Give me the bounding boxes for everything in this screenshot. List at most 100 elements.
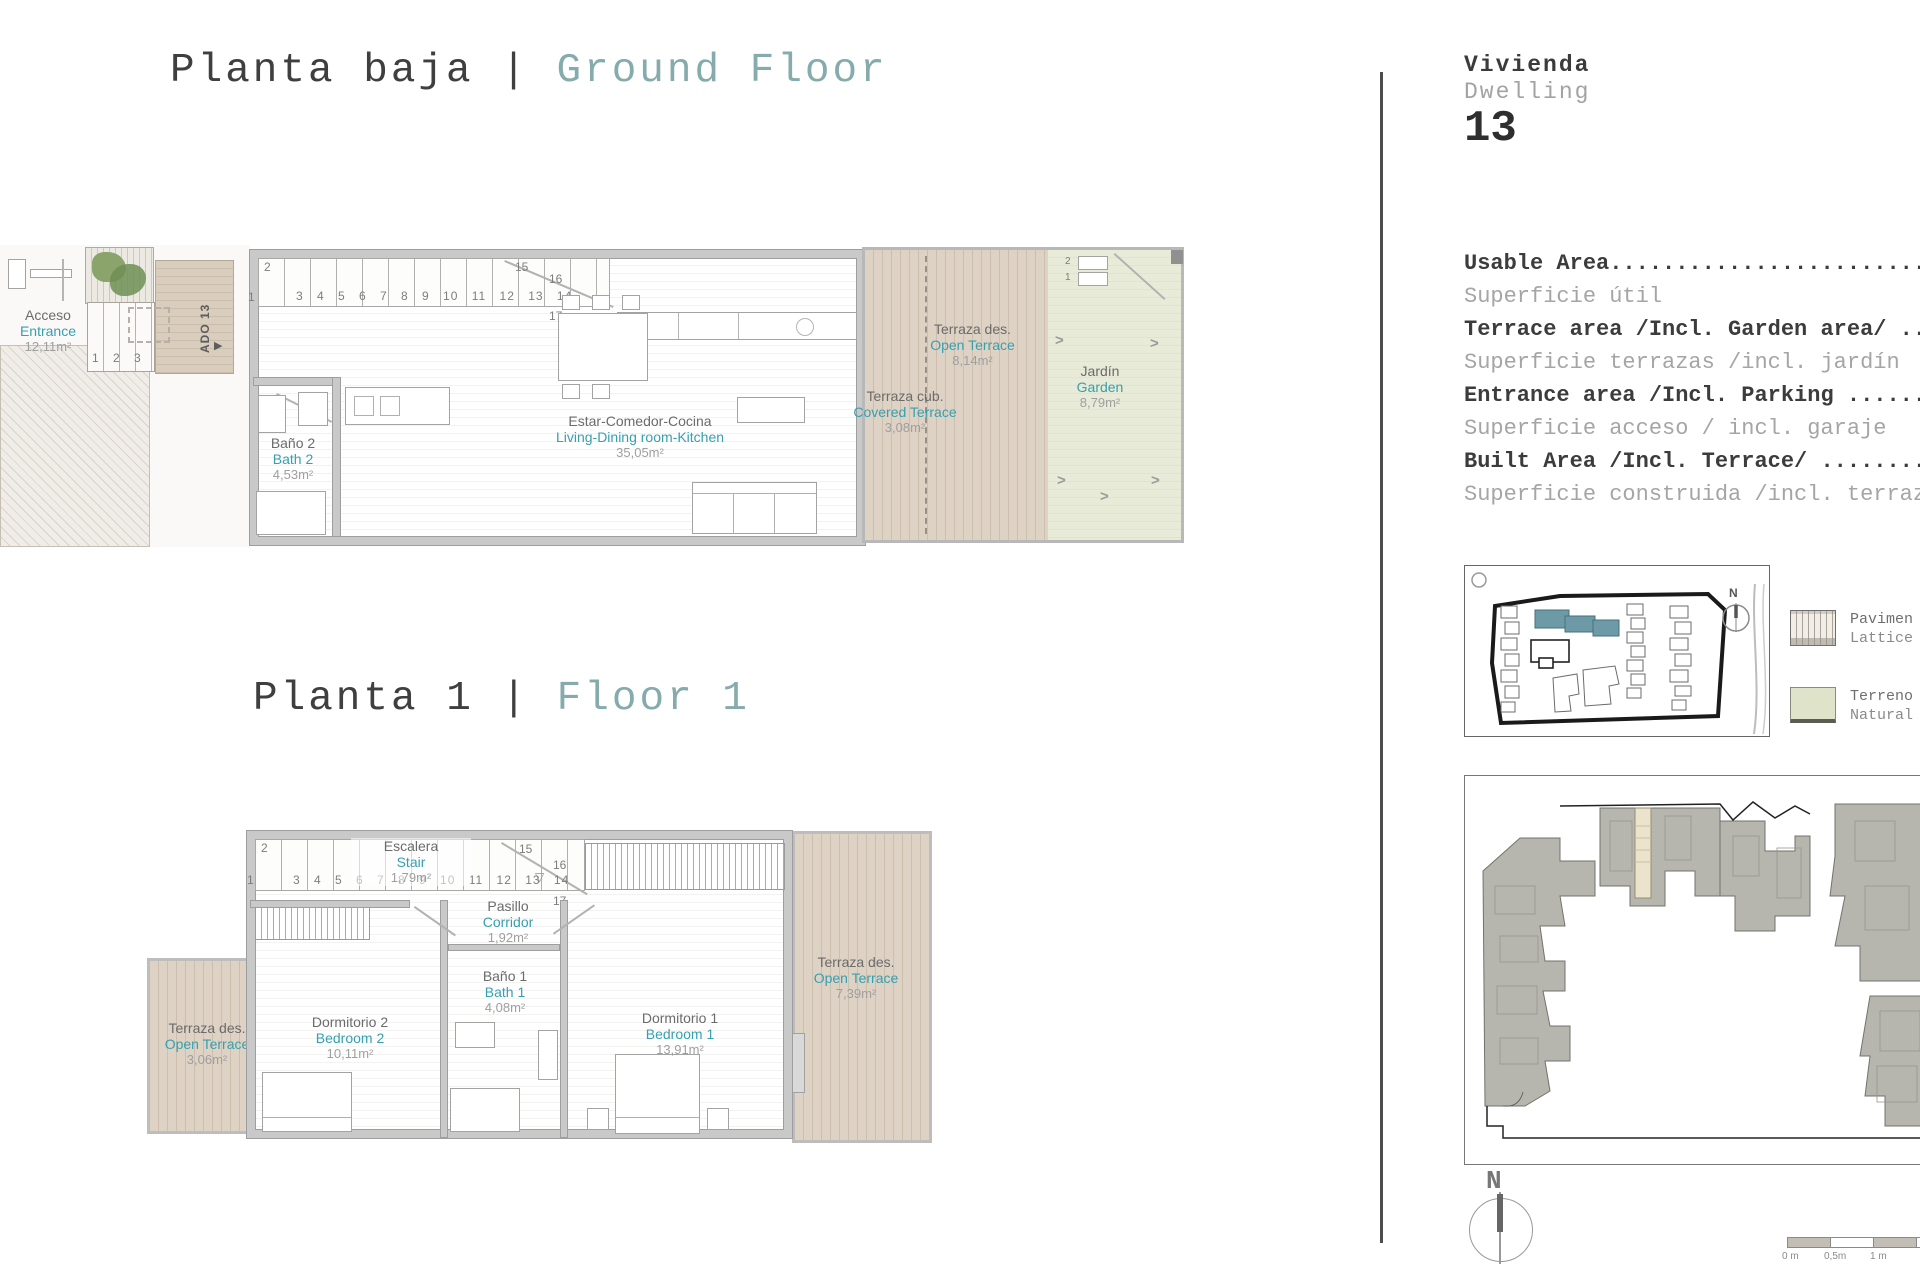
planter-outline xyxy=(128,307,170,343)
stair-direction-icon: ▽ xyxy=(535,870,545,884)
burner-icon xyxy=(380,396,400,416)
stair-numbers-run: 3 4 5 6 7 8 9 10 11 12 13 14 xyxy=(296,289,573,303)
garden-direction-arrow: > xyxy=(1057,472,1066,489)
room-name-es: Terraza des. xyxy=(817,954,895,970)
bath2-wall xyxy=(253,377,341,386)
room-name-en: Garden xyxy=(1076,379,1124,395)
room-name-en: Bath 1 xyxy=(484,984,526,1000)
room-area: 4,08m² xyxy=(484,1000,526,1015)
room-area: 7,39m² xyxy=(835,986,877,1001)
room-area: 35,05m² xyxy=(616,445,664,460)
legend-line: Lattice xyxy=(1850,630,1914,647)
utility-post xyxy=(62,259,64,301)
room-name-en: Corridor xyxy=(482,914,534,930)
room-name-es: Dormitorio 1 xyxy=(641,1010,719,1026)
chair-icon xyxy=(592,295,610,310)
compass-needle-tip xyxy=(1497,1194,1503,1232)
counter-divider xyxy=(678,313,679,339)
room-name-en: Bath 2 xyxy=(272,451,314,467)
room-name-en: Covered Terrace xyxy=(853,404,957,420)
dwelling-number: 13 xyxy=(1464,104,1517,154)
entry-step-numbers: 1 2 3 4 xyxy=(92,351,163,365)
nightstand-icon xyxy=(587,1108,609,1130)
room-name-es: Baño 2 xyxy=(270,435,316,451)
garden-direction-arrow: > xyxy=(1150,335,1159,352)
chair-icon xyxy=(592,384,610,399)
scale-bar xyxy=(1787,1237,1920,1255)
corner-pillar xyxy=(1171,250,1183,264)
bed-pillow-line xyxy=(616,1117,699,1118)
bed-icon xyxy=(262,1072,352,1132)
garden-direction-arrow: > xyxy=(1055,332,1064,349)
legend-line: Pavimen xyxy=(1850,611,1914,628)
room-area: 1,79m² xyxy=(390,870,432,885)
room-area: 1,92m² xyxy=(487,930,529,945)
room-area: 13,91m² xyxy=(656,1042,704,1057)
room-name-es: Estar-Comedor-Cocina xyxy=(568,413,712,429)
tv-bench xyxy=(737,397,805,423)
room-name-en: Bedroom 1 xyxy=(645,1026,715,1042)
lattice-paving-swatch xyxy=(1790,610,1836,646)
room-area: 4,53m² xyxy=(272,467,314,482)
dwelling-label-es: Vivienda xyxy=(1464,52,1591,78)
stair-number: 2 xyxy=(261,841,268,855)
room-area: 12,11m² xyxy=(24,339,72,354)
covered-terrace-label: Terraza cub. Covered Terrace 3,08m² xyxy=(835,388,975,436)
room-name-en: Bedroom 2 xyxy=(315,1030,385,1046)
area-line-es: Superficie construida /incl. terraza xyxy=(1464,482,1920,507)
toilet-icon xyxy=(455,1022,495,1048)
stair-number: 1 xyxy=(248,290,255,304)
area-summary: Usable Area.............................… xyxy=(1464,247,1920,511)
scale-segment xyxy=(1830,1237,1874,1248)
area-line-en: Terrace area /Incl. Garden area/ ... xyxy=(1464,317,1920,342)
bed-icon xyxy=(615,1054,700,1134)
room-area: 3,08m² xyxy=(884,420,926,435)
ground-floor-title-en: Ground Floor xyxy=(556,48,888,94)
entrance-zone: 1 2 3 4 ADO 13 ▶ Acceso Entrance 12,11m² xyxy=(0,245,250,547)
floor1-title: Planta 1 | Floor 1 xyxy=(253,676,750,722)
wardrobe-icon xyxy=(255,905,370,940)
chair-icon xyxy=(562,295,580,310)
wardrobe-icon xyxy=(585,843,785,890)
room-name-es: Escalera xyxy=(383,838,439,854)
garden-step xyxy=(1078,272,1108,286)
natural-ground-swatch xyxy=(1790,687,1836,723)
living-label: Estar-Comedor-Cocina Living-Dining room-… xyxy=(535,413,745,461)
corridor-label: Pasillo Corridor 1,92m² xyxy=(433,898,583,946)
bedroom1-label: Dormitorio 1 Bedroom 1 13,91m² xyxy=(605,1010,755,1058)
title-separator: | xyxy=(501,48,529,94)
legend-item-lattice: Pavimen Lattice xyxy=(1790,610,1913,648)
stair-number: 1 xyxy=(247,873,254,887)
scale-segment xyxy=(1873,1237,1917,1248)
planter-lattice xyxy=(85,247,154,304)
site-detail-drawing xyxy=(1482,801,1920,1139)
floor1-title-es: Planta 1 xyxy=(253,676,474,722)
garden-direction-arrow: > xyxy=(1151,472,1160,489)
plant-icon xyxy=(110,264,146,296)
chair-icon xyxy=(622,295,640,310)
panel-divider xyxy=(1380,72,1383,1243)
garden-direction-arrow: > xyxy=(1100,488,1109,505)
stair-number: 16 xyxy=(549,272,563,286)
room-name-en: Entrance xyxy=(19,323,77,339)
garden-label: Jardín Garden 8,79m² xyxy=(1040,363,1160,411)
dwelling-header: Vivienda Dwelling 13 xyxy=(1464,52,1590,152)
sofa-icon xyxy=(692,482,817,534)
sofa-seat-divider xyxy=(774,493,775,533)
room-name-en: Living-Dining room-Kitchen xyxy=(555,429,725,445)
room-name-es: Jardín xyxy=(1080,363,1120,379)
washbasin-icon xyxy=(298,392,328,426)
brochure-page: { "titles": { "ground": {"es": "Planta b… xyxy=(0,0,1920,1280)
ramp-label: ADO 13 xyxy=(198,303,212,353)
utility-box xyxy=(8,259,26,289)
kitchen-island xyxy=(345,387,450,425)
shower-tray-icon xyxy=(256,491,326,535)
site-overview-map: N xyxy=(1464,565,1770,737)
legend-line: Terreno xyxy=(1850,688,1914,705)
room-name-es: Terraza des. xyxy=(933,321,1012,337)
legend-text: Pavimen Lattice xyxy=(1850,610,1913,648)
burner-icon xyxy=(354,396,374,416)
chair-icon xyxy=(562,384,580,399)
legend-text: Terreno Natural xyxy=(1850,687,1913,725)
room-area: 8,79m² xyxy=(1079,395,1121,410)
